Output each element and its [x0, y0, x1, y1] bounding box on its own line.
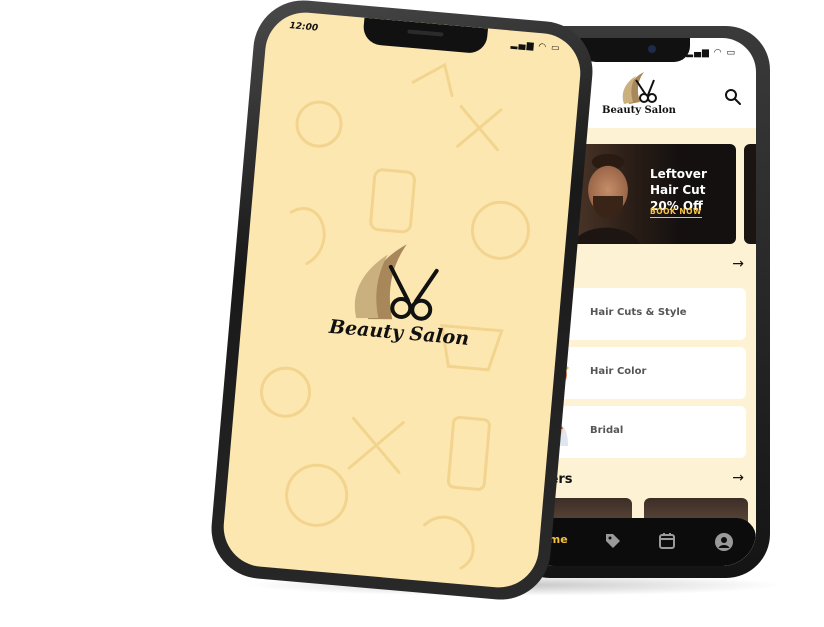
category-arrow-icon[interactable]: →	[732, 256, 744, 272]
profile-icon[interactable]	[714, 532, 733, 551]
offers-arrow-icon[interactable]: →	[732, 470, 744, 486]
next-banner-peek[interactable]	[744, 144, 756, 244]
app-logo: Beauty Salon	[584, 68, 694, 120]
splash-logo: Beauty Salon	[305, 230, 499, 366]
category-label: Bridal	[590, 425, 624, 436]
salon-logo-icon	[622, 72, 657, 104]
splash-phone: 12:00 ▂▄▆ ◠ ▭ Beauty Salon	[207, 0, 597, 604]
category-label: Hair Cuts & Style	[590, 307, 687, 318]
app-phone-notch	[580, 38, 690, 62]
book-now-link[interactable]: BOOK NOW	[650, 207, 702, 218]
status-icons: ▂▄▆ ◠ ▭	[686, 48, 736, 58]
tag-icon[interactable]	[604, 532, 622, 550]
search-icon[interactable]	[724, 88, 742, 106]
splash-screen: 12:00 ▂▄▆ ◠ ▭ Beauty Salon	[220, 9, 584, 591]
bottom-tab-bar: Home	[520, 518, 756, 566]
category-label: Hair Color	[590, 366, 647, 377]
app-brand-name: Beauty Salon	[602, 105, 676, 116]
calendar-icon[interactable]	[658, 532, 676, 550]
